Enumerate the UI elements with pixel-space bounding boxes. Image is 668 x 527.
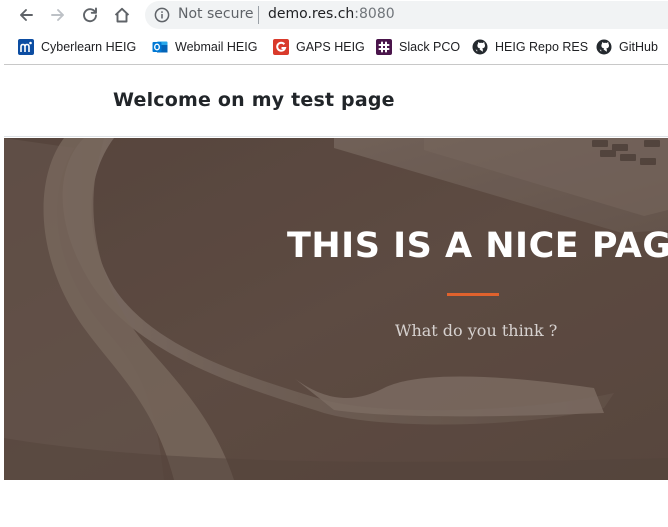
github-icon <box>596 39 612 55</box>
url-port: :8080 <box>354 6 395 22</box>
header-divider <box>4 136 668 137</box>
reload-icon <box>83 7 97 23</box>
bookmark-label: Webmail HEIG <box>175 40 258 54</box>
url-text[interactable]: demo.res.ch:8080 <box>268 6 395 22</box>
forward-arrow-icon <box>51 9 64 21</box>
hero-background-image <box>4 138 668 480</box>
moodle-icon <box>18 39 34 55</box>
forward-button[interactable] <box>45 3 71 27</box>
home-button[interactable] <box>109 3 135 27</box>
hero-section: THIS IS A NICE PAGE What do you think ? <box>4 138 668 480</box>
bookmark-gaps-heig[interactable]: GAPS HEIG <box>273 38 365 56</box>
bookmark-label: GitHub <box>619 40 658 54</box>
bookmark-slack-pco[interactable]: Slack PCO <box>376 38 460 56</box>
bookmark-label: HEIG Repo RES <box>495 40 589 54</box>
info-icon[interactable] <box>154 7 170 23</box>
bookmark-webmail-heig[interactable]: Webmail HEIG <box>152 38 257 56</box>
security-status-text[interactable]: Not secure <box>178 6 254 22</box>
hero-title: THIS IS A NICE PAGE <box>287 226 668 266</box>
hero-divider <box>447 293 499 296</box>
page-content: Welcome on my test page THIS IS A NICE P… <box>4 65 668 527</box>
bookmark-github[interactable]: GitHub <box>596 38 658 56</box>
back-button[interactable] <box>13 3 39 27</box>
outlook-icon <box>152 39 168 55</box>
address-separator <box>258 6 259 24</box>
home-icon <box>114 7 130 23</box>
back-arrow-icon <box>20 9 33 21</box>
slack-icon <box>376 39 392 55</box>
page-title[interactable]: Welcome on my test page <box>113 89 395 111</box>
hero-subtitle: What do you think ? <box>395 321 558 340</box>
bookmark-cyberlearn-heig[interactable]: Cyberlearn HEIG <box>18 38 136 56</box>
url-host: demo.res.ch <box>268 6 355 22</box>
address-bar[interactable]: Not secure demo.res.ch:8080 <box>145 1 668 29</box>
bookmark-label: Cyberlearn HEIG <box>41 40 137 54</box>
bookmark-label: GAPS HEIG <box>296 40 365 54</box>
bookmarks-bar: Cyberlearn HEIG Webmail HEIG GAPS HEIG S… <box>0 30 668 64</box>
gaps-icon <box>273 39 289 55</box>
bookmark-heig-repo-res[interactable]: HEIG Repo RES <box>472 38 588 56</box>
github-icon <box>472 39 488 55</box>
reload-button[interactable] <box>77 3 103 27</box>
browser-toolbar: Not secure demo.res.ch:8080 <box>0 0 668 30</box>
bookmark-label: Slack PCO <box>399 40 461 54</box>
